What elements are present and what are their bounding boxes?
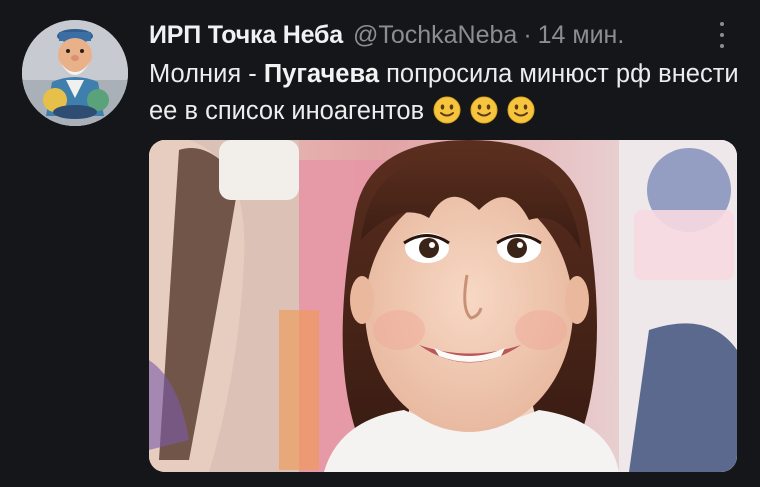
slightly-smiling-face-icon <box>507 96 535 124</box>
timestamp[interactable]: 14 мин. <box>538 21 625 50</box>
tweet-text-bold: Пугачева <box>263 60 380 88</box>
avatar-figure-icon <box>22 20 128 126</box>
avatar[interactable] <box>22 20 128 126</box>
photo-smiling-woman <box>149 140 737 472</box>
tweet[interactable]: ИРП Точка Неба @TochkaNeba · 14 мин. Мол… <box>0 0 760 487</box>
user-handle[interactable]: @TochkaNeba <box>353 21 517 50</box>
display-name[interactable]: ИРП Точка Неба <box>149 21 343 50</box>
tweet-media-image[interactable] <box>149 140 737 472</box>
tweet-text: Молния - Пугачева попросила минюст рф вн… <box>149 56 739 130</box>
slightly-smiling-face-icon <box>470 96 498 124</box>
emoji-group <box>424 96 535 125</box>
tweet-header: ИРП Точка Неба @TochkaNeba · 14 мин. <box>149 17 624 53</box>
separator-dot: · <box>523 20 532 49</box>
slightly-smiling-face-icon <box>433 96 461 124</box>
more-options-icon[interactable] <box>712 22 732 48</box>
tweet-text-prefix: Молния - <box>149 60 264 88</box>
